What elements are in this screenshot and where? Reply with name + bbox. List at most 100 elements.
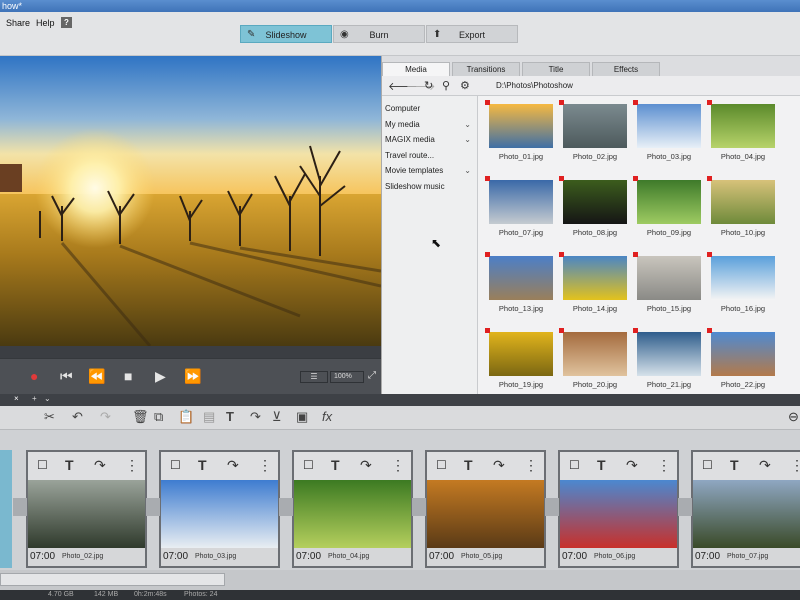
record-icon[interactable]: ●	[30, 368, 38, 384]
text-icon[interactable]: T	[730, 457, 739, 473]
tab-title[interactable]: Title	[522, 62, 590, 76]
preview-monitor[interactable]	[0, 56, 381, 346]
tree-item[interactable]: My media ⌄	[385, 120, 473, 129]
media-thumbnail[interactable]: Photo_13.jpg	[485, 252, 553, 322]
zoom-dropdown[interactable]: 100%	[330, 371, 364, 383]
menu-share[interactable]: Share	[6, 18, 30, 28]
clip-duration[interactable]: 07:00	[562, 551, 587, 562]
menu-help[interactable]: Help	[36, 18, 55, 28]
close-tab-icon[interactable]: ×	[14, 394, 19, 403]
tab-effects[interactable]: Effects	[592, 62, 660, 76]
partial-clip[interactable]	[0, 450, 12, 568]
media-thumbnail[interactable]: Photo_08.jpg	[559, 176, 627, 246]
fullscreen-icon[interactable]: ⤢	[368, 370, 376, 381]
copy-icon[interactable]: ⧉	[154, 410, 163, 424]
insert-icon[interactable]: ▤	[203, 410, 215, 424]
media-thumbnail[interactable]: Photo_03.jpg	[633, 100, 701, 170]
text-icon[interactable]: T	[464, 457, 473, 473]
chevron-down-icon[interactable]: ⌄	[44, 394, 51, 403]
chevron-down-icon[interactable]: ⌄	[464, 135, 471, 144]
chevron-down-icon[interactable]: ⌄	[464, 166, 471, 175]
media-thumbnail[interactable]: Photo_22.jpg	[707, 328, 775, 394]
media-thumbnail[interactable]: Photo_01.jpg	[485, 100, 553, 170]
search-icon[interactable]: ⚲	[442, 79, 450, 92]
mode-tab-export[interactable]: ⬆ Export	[426, 25, 518, 43]
timeline-clip[interactable]: ☐ T ↷ ⋮ 07:00 Photo_02.jpg	[26, 450, 147, 568]
transition-slot[interactable]	[279, 498, 293, 516]
text-icon[interactable]: T	[198, 457, 207, 473]
timeline-scrollbar[interactable]	[0, 570, 800, 590]
tree-item[interactable]: MAGIX media ⌄	[385, 135, 473, 144]
stop-icon[interactable]: ■	[124, 368, 132, 384]
media-thumbnail[interactable]: Photo_10.jpg	[707, 176, 775, 246]
media-thumbnail[interactable]: Photo_15.jpg	[633, 252, 701, 322]
checkbox-icon[interactable]: ☐	[303, 457, 314, 473]
tab-transitions[interactable]: Transitions	[452, 62, 520, 76]
rotate-icon[interactable]: ↷	[626, 457, 638, 473]
checkbox-icon[interactable]: ☐	[170, 457, 181, 473]
mode-tab-burn[interactable]: ◉ Burn	[333, 25, 425, 43]
rotate-icon[interactable]: ↷	[94, 457, 106, 473]
timeline-clip[interactable]: ☐ T ↷ ⋮ 07:00 Photo_04.jpg	[292, 450, 413, 568]
frame-icon[interactable]: ▣	[296, 410, 308, 424]
clip-duration[interactable]: 07:00	[429, 551, 454, 562]
more-icon[interactable]: ⋮	[524, 457, 538, 473]
tree-item[interactable]: Movie templates ⌄	[385, 166, 473, 175]
undo-icon[interactable]: ↶	[72, 410, 83, 424]
split-icon[interactable]: ⊻	[272, 410, 282, 424]
media-thumbnail[interactable]: Photo_19.jpg	[485, 328, 553, 394]
transition-slot[interactable]	[13, 498, 27, 516]
media-thumbnail[interactable]: Photo_04.jpg	[707, 100, 775, 170]
tree-item[interactable]: Computer	[385, 104, 473, 113]
clip-duration[interactable]: 07:00	[30, 551, 55, 562]
view-list-dropdown[interactable]: ☰	[300, 371, 328, 383]
rotate-icon[interactable]: ↷	[360, 457, 372, 473]
clip-duration[interactable]: 07:00	[695, 551, 720, 562]
delete-icon[interactable]: 🗑	[132, 410, 149, 424]
transition-slot[interactable]	[146, 498, 160, 516]
more-icon[interactable]: ⋮	[258, 457, 272, 473]
path-field[interactable]: D:\Photos\Photoshow	[492, 79, 797, 93]
gear-icon[interactable]: ⚙	[460, 79, 470, 92]
transition-slot[interactable]	[412, 498, 426, 516]
fast-forward-icon[interactable]: ⏩	[184, 368, 201, 384]
timeline-clip[interactable]: ☐ T ↷ ⋮ 07:00 Photo_05.jpg	[425, 450, 546, 568]
media-thumbnail[interactable]: Photo_21.jpg	[633, 328, 701, 394]
checkbox-icon[interactable]: ☐	[436, 457, 447, 473]
rotate-icon[interactable]: ↷	[759, 457, 771, 473]
clip-duration[interactable]: 07:00	[296, 551, 321, 562]
effects-icon[interactable]: fx	[322, 410, 332, 424]
more-icon[interactable]: ⋮	[657, 457, 671, 473]
zoom-out-icon[interactable]: ⊖	[788, 410, 799, 424]
rewind-icon[interactable]: ⏪	[88, 368, 105, 384]
more-icon[interactable]: ⋮	[125, 457, 139, 473]
checkbox-icon[interactable]: ☐	[37, 457, 48, 473]
paste-icon[interactable]: 📋	[178, 410, 194, 424]
timeline-clip[interactable]: ☐ T ↷ ⋮ 07:00 Photo_06.jpg	[558, 450, 679, 568]
tree-item[interactable]: Slideshow music	[385, 182, 473, 191]
media-thumbnail[interactable]: Photo_14.jpg	[559, 252, 627, 322]
jump-start-icon[interactable]: ⏮	[60, 368, 73, 384]
checkbox-icon[interactable]: ☐	[569, 457, 580, 473]
more-icon[interactable]: ⋮	[790, 457, 800, 473]
help-icon[interactable]: ?	[61, 17, 72, 28]
clip-duration[interactable]: 07:00	[163, 551, 188, 562]
timeline-clip[interactable]: ☐ T ↷ ⋮ 07:00 Photo_03.jpg	[159, 450, 280, 568]
rotate-icon[interactable]: ↷	[250, 410, 261, 424]
media-thumbnail[interactable]: Photo_16.jpg	[707, 252, 775, 322]
text-icon[interactable]: T	[331, 457, 340, 473]
refresh-icon[interactable]: ↻	[424, 79, 433, 92]
media-thumbnail[interactable]: Photo_09.jpg	[633, 176, 701, 246]
scroll-thumb[interactable]	[0, 573, 225, 586]
text-icon[interactable]: T	[597, 457, 606, 473]
add-tab-icon[interactable]: +	[32, 394, 37, 403]
transition-slot[interactable]	[545, 498, 559, 516]
redo-icon[interactable]: ↷	[100, 410, 111, 424]
mode-tab-slideshow[interactable]: ✎ Slideshow	[240, 25, 332, 43]
tree-item[interactable]: Travel route...	[385, 151, 473, 160]
checkbox-icon[interactable]: ☐	[702, 457, 713, 473]
rotate-icon[interactable]: ↷	[493, 457, 505, 473]
rotate-icon[interactable]: ↷	[227, 457, 239, 473]
transition-slot[interactable]	[678, 498, 692, 516]
preview-scrub-bar[interactable]	[0, 346, 381, 358]
